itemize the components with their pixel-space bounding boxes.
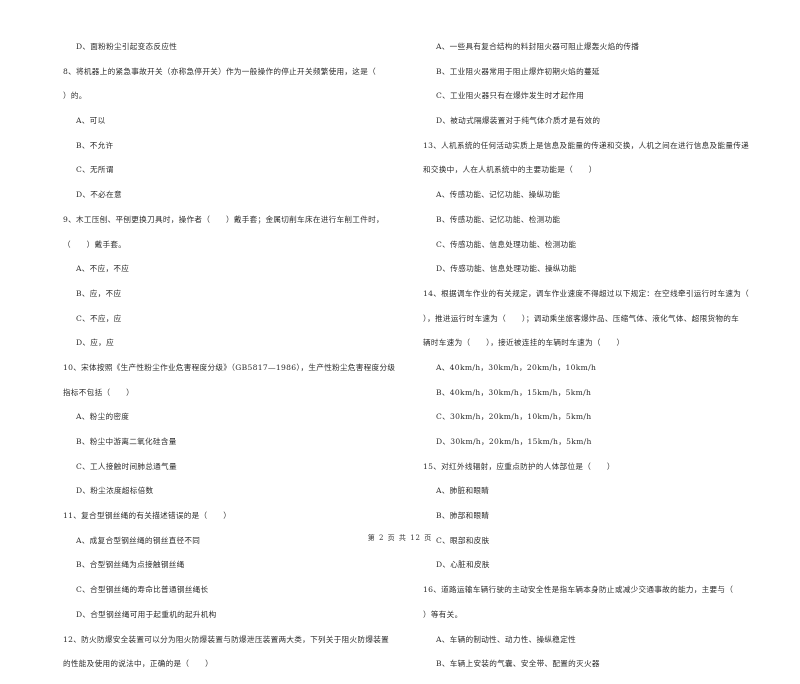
- answer-option: B、粉尘中游离二氧化硅含量: [76, 437, 177, 446]
- answer-option: B、工业阻火器常用于阻止爆炸初期火焰的蔓延: [436, 66, 600, 76]
- question-continuation: 的性能及使用的说法中，正确的是（ ）: [63, 659, 213, 669]
- answer-option: A、传感功能、记忆功能、操纵功能: [436, 190, 561, 200]
- answer-option: D、30km/h，20km/h，15km/h，5km/h: [436, 437, 592, 446]
- question-text: 16、道路运输车辆行驶的主动安全性是指车辆本身防止或减少交通事故的能力，主要与（: [423, 585, 734, 595]
- answer-option: A、肺脏和眼睛: [436, 486, 490, 496]
- answer-option: A、40km/h，30km/h，20km/h，10km/h: [436, 362, 597, 372]
- answer-option: D、传感功能、信息处理功能、操纵功能: [436, 264, 577, 274]
- answer-option: B、不允许: [76, 140, 114, 150]
- answer-option: B、应，不应: [76, 288, 122, 298]
- answer-option: B、传感功能、记忆功能、检测功能: [436, 214, 561, 224]
- question-continuation: 和交换中，人在人机系统中的主要功能是（ ）: [423, 165, 597, 175]
- answer-option: C、无所谓: [76, 165, 114, 175]
- answer-option: A、可以: [76, 116, 106, 126]
- question-text: 15、对红外线辐射，应重点防护的人体部位是（ ）: [423, 461, 615, 471]
- question-text: 11、复合型钢丝绳的有关描述错误的是（ ）: [63, 511, 232, 521]
- answer-option: A、粉尘的密度: [76, 412, 130, 422]
- answer-option: B、车辆上安装的气囊、安全带、配置的灭火器: [436, 659, 600, 669]
- question-continuation: ）等有关。: [423, 609, 463, 619]
- answer-option: D、合型钢丝绳可用于起重机的起升机构: [76, 609, 217, 619]
- question-text: 9、木工压刨、平刨更换刀具时，操作者（ ）戴手套；金属切削车床在进行车削工件时，: [63, 214, 384, 224]
- answer-option: C、工业阻火器只有在爆炸发生时才起作用: [436, 91, 585, 101]
- right-column: A、一些具有复合结构的料封阻火器可阻止爆轰火焰的传播 B、工业阻火器常用于阻止爆炸…: [423, 42, 778, 684]
- answer-option: D、面粉粉尘引起变态反应性: [76, 42, 178, 51]
- answer-option: D、应，应: [76, 338, 114, 348]
- answer-option: A、一些具有复合结构的料封阻火器可阻止爆轰火焰的传播: [436, 42, 640, 51]
- answer-option: C、不应，应: [76, 313, 122, 323]
- left-column: D、面粉粉尘引起变态反应性 8、将机器上的紧急事故开关（亦称急停开关）作为一般操作…: [63, 42, 403, 684]
- answer-option: B、40km/h，30km/h，15km/h，5km/h: [436, 387, 592, 397]
- page-footer: 第 2 页 共 12 页: [367, 534, 433, 542]
- answer-option: D、粉尘浓度超标倍数: [76, 486, 154, 496]
- question-continuation: ），推进运行时车速为（ ）；调动乘坐旅客爆炸品、压缩气体、液化气体、超限货物的车: [423, 313, 740, 323]
- answer-option: A、不应，不应: [76, 264, 130, 274]
- answer-option: C、工人接触时间肺总通气量: [76, 461, 177, 471]
- answer-option: B、肺部和眼睛: [436, 511, 490, 521]
- answer-option: D、不必在意: [76, 190, 122, 200]
- answer-option: C、合型钢丝绳的寿命比普通钢丝绳长: [76, 585, 209, 595]
- answer-option: A、车辆的制动性、动力性、操纵稳定性: [436, 634, 576, 644]
- question-continuation: 辆时车速为（ ），接近被连挂的车辆时车速为（ ）: [423, 338, 625, 348]
- answer-option: D、被动式隔爆装置对于纯气体介质才是有效的: [436, 116, 601, 126]
- question-text: 13、人机系统的任何活动实质上是信息及能量的传递和交换，人机之间在进行信息及能量…: [423, 140, 750, 150]
- answer-option: C、传感功能、信息处理功能、检测功能: [436, 239, 577, 249]
- question-continuation: 指标不包括（ ）: [63, 387, 135, 397]
- question-text: 12、防火防爆安全装置可以分为阻火防爆装置与防爆泄压装置两大类，下列关于阻火防爆…: [63, 634, 390, 644]
- question-continuation: （ ）戴手套。: [63, 239, 127, 249]
- question-continuation: ）的。: [63, 91, 87, 101]
- question-text: 10、宋体按照《生产性粉尘作业危害程度分级》（GB5817—1986），生产性粉…: [63, 362, 396, 372]
- document-page: D、面粉粉尘引起变态反应性 8、将机器上的紧急事故开关（亦称急停开关）作为一般操作…: [0, 0, 800, 668]
- question-text: 8、将机器上的紧急事故开关（亦称急停开关）作为一般操作的停止开关频繁使用，这是（: [63, 66, 376, 76]
- answer-option: C、30km/h，20km/h，10km/h，5km/h: [436, 412, 592, 422]
- question-text: 14、根据调车作业的有关规定，调车作业速度不得超过以下规定：在空线牵引运行时车速…: [423, 288, 750, 298]
- answer-option: B、合型钢丝绳为点接触钢丝绳: [76, 560, 185, 570]
- answer-option: D、心脏和皮肤: [436, 560, 490, 570]
